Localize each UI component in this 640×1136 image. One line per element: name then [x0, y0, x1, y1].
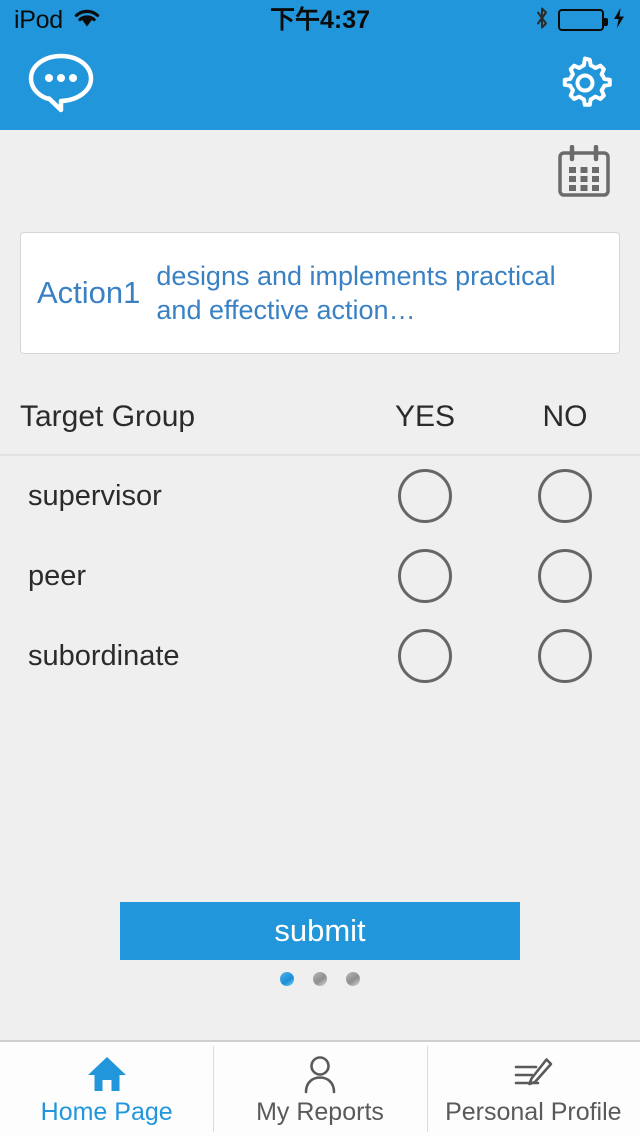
row-label: subordinate	[28, 639, 180, 672]
chat-bubble-icon[interactable]	[26, 51, 96, 120]
page-dot[interactable]	[346, 972, 360, 986]
radio-yes[interactable]	[398, 469, 452, 523]
action-card-description: designs and implements practical and eff…	[156, 260, 556, 325]
radio-yes[interactable]	[398, 629, 452, 683]
radio-yes[interactable]	[398, 549, 452, 603]
radio-no[interactable]	[538, 549, 592, 603]
cell-no	[495, 469, 635, 523]
gear-icon[interactable]	[556, 54, 614, 117]
tab-personal-profile[interactable]: Personal Profile	[426, 1042, 640, 1136]
table-row: subordinate	[0, 616, 640, 696]
page-indicator[interactable]	[0, 972, 640, 986]
home-icon	[86, 1052, 128, 1094]
battery-full-charging-icon	[558, 9, 608, 31]
page-dot[interactable]	[280, 972, 294, 986]
sub-toolbar	[0, 130, 640, 218]
tab-my-reports-label: My Reports	[256, 1097, 384, 1126]
cell-no	[495, 629, 635, 683]
cell-yes	[355, 549, 495, 603]
navigation-bar	[0, 40, 640, 130]
cell-yes	[355, 629, 495, 683]
table-header-row: Target Group YES NO	[0, 380, 640, 456]
table-row: peer	[0, 536, 640, 616]
person-icon	[299, 1052, 341, 1094]
radio-no[interactable]	[538, 629, 592, 683]
table-body: supervisor peer subordinate	[0, 456, 640, 696]
charging-bolt-icon	[612, 7, 626, 34]
column-header-target-group: Target Group	[20, 400, 196, 433]
tab-home-page-label: Home Page	[40, 1097, 173, 1126]
cell-no	[495, 549, 635, 603]
status-bar: iPod 下午4:37	[0, 0, 640, 40]
bluetooth-icon	[534, 6, 550, 35]
tab-my-reports[interactable]: My Reports	[213, 1042, 426, 1136]
table-row: supervisor	[0, 456, 640, 536]
edit-icon	[510, 1052, 556, 1094]
tab-home-page[interactable]: Home Page	[0, 1042, 213, 1136]
radio-no[interactable]	[538, 469, 592, 523]
calendar-icon[interactable]	[556, 144, 612, 204]
action-card-label: Action1	[37, 275, 141, 310]
row-label: supervisor	[28, 479, 162, 512]
submit-button[interactable]: submit	[120, 902, 520, 960]
column-header-no: NO	[542, 400, 588, 433]
cell-yes	[355, 469, 495, 523]
status-bar-right	[534, 6, 626, 35]
tab-personal-profile-label: Personal Profile	[445, 1097, 622, 1126]
row-label: peer	[28, 559, 87, 592]
bottom-tab-bar: Home Page My Reports Personal Profile	[0, 1040, 640, 1136]
status-bar-left: iPod	[14, 5, 101, 34]
column-header-yes: YES	[394, 400, 456, 433]
action-card[interactable]: Action1 designs and implements practical…	[20, 232, 620, 354]
carrier-label: iPod	[14, 5, 63, 34]
wifi-icon	[73, 8, 101, 33]
page-dot[interactable]	[313, 972, 327, 986]
